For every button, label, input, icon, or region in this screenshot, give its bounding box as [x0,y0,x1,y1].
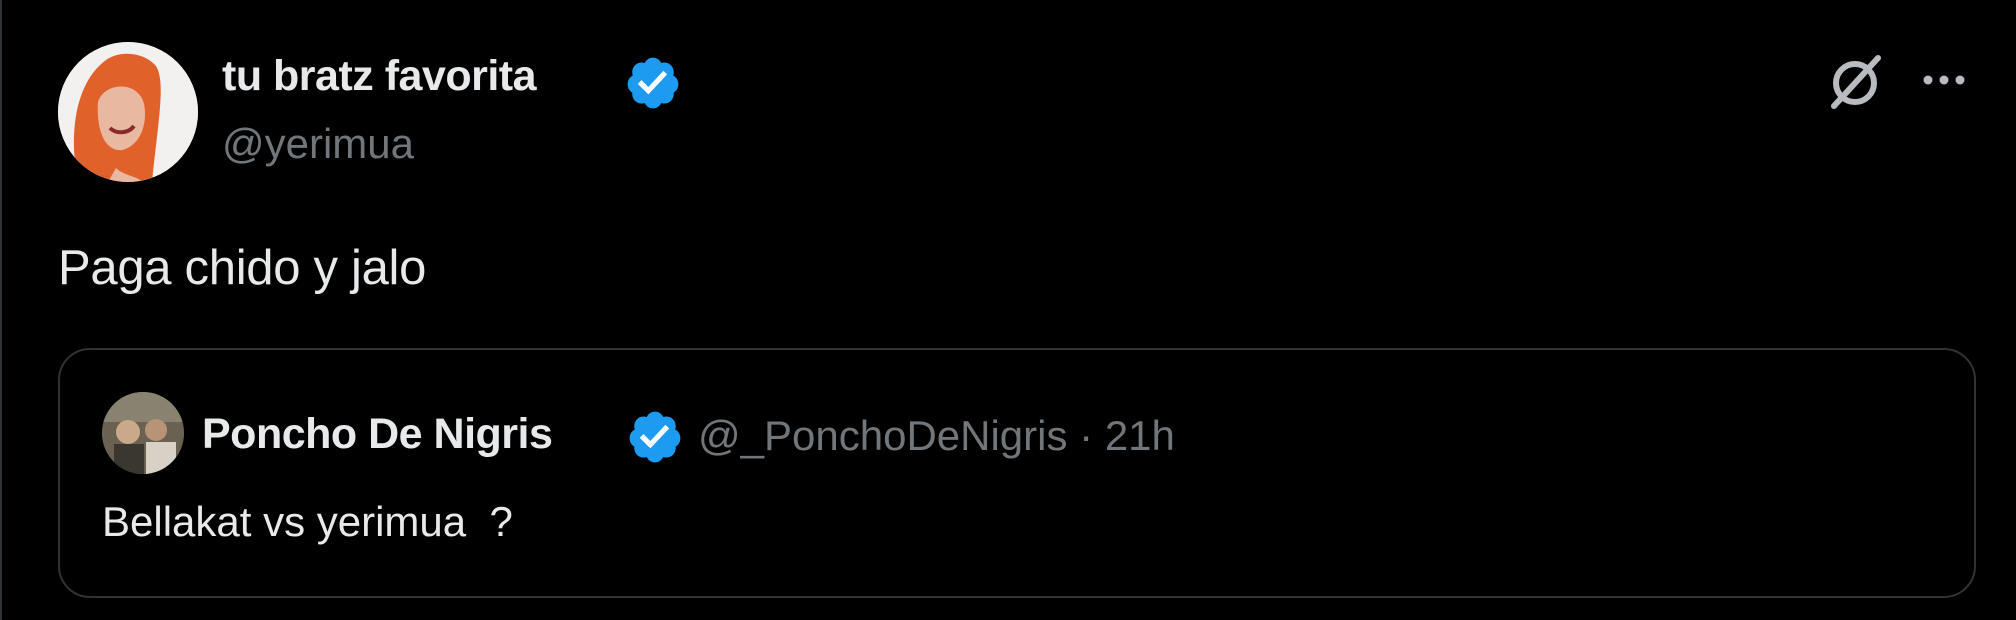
author-avatar[interactable] [58,42,198,182]
tweet[interactable]: tu bratz favorita @yerimua Paga chido y … [0,0,2016,620]
author-display-name[interactable]: tu bratz favorita [222,52,537,101]
profile-avatar-icon [102,392,184,474]
quoted-author-avatar[interactable] [102,392,184,474]
grok-icon[interactable] [1822,50,1888,116]
more-options-icon[interactable] [1914,60,1974,100]
verified-badge-icon[interactable] [624,54,682,112]
meta-separator: · [1079,412,1094,459]
quoted-timestamp[interactable]: 21h [1105,412,1175,459]
tweet-text: Paga chido y jalo [58,241,427,295]
quoted-meta: @_PonchoDeNigris · 21h [698,412,1175,460]
verified-badge-icon[interactable] [626,408,684,466]
quoted-tweet[interactable]: Poncho De Nigris @_PonchoDeNigris · 21h … [58,348,1976,598]
quoted-author-display-name[interactable]: Poncho De Nigris [202,410,553,459]
quoted-tweet-text: Bellakat vs yerimua ? [102,498,513,545]
quoted-author-handle[interactable]: @_PonchoDeNigris [698,412,1067,459]
profile-avatar-icon [58,42,198,182]
author-handle[interactable]: @yerimua [222,120,414,168]
